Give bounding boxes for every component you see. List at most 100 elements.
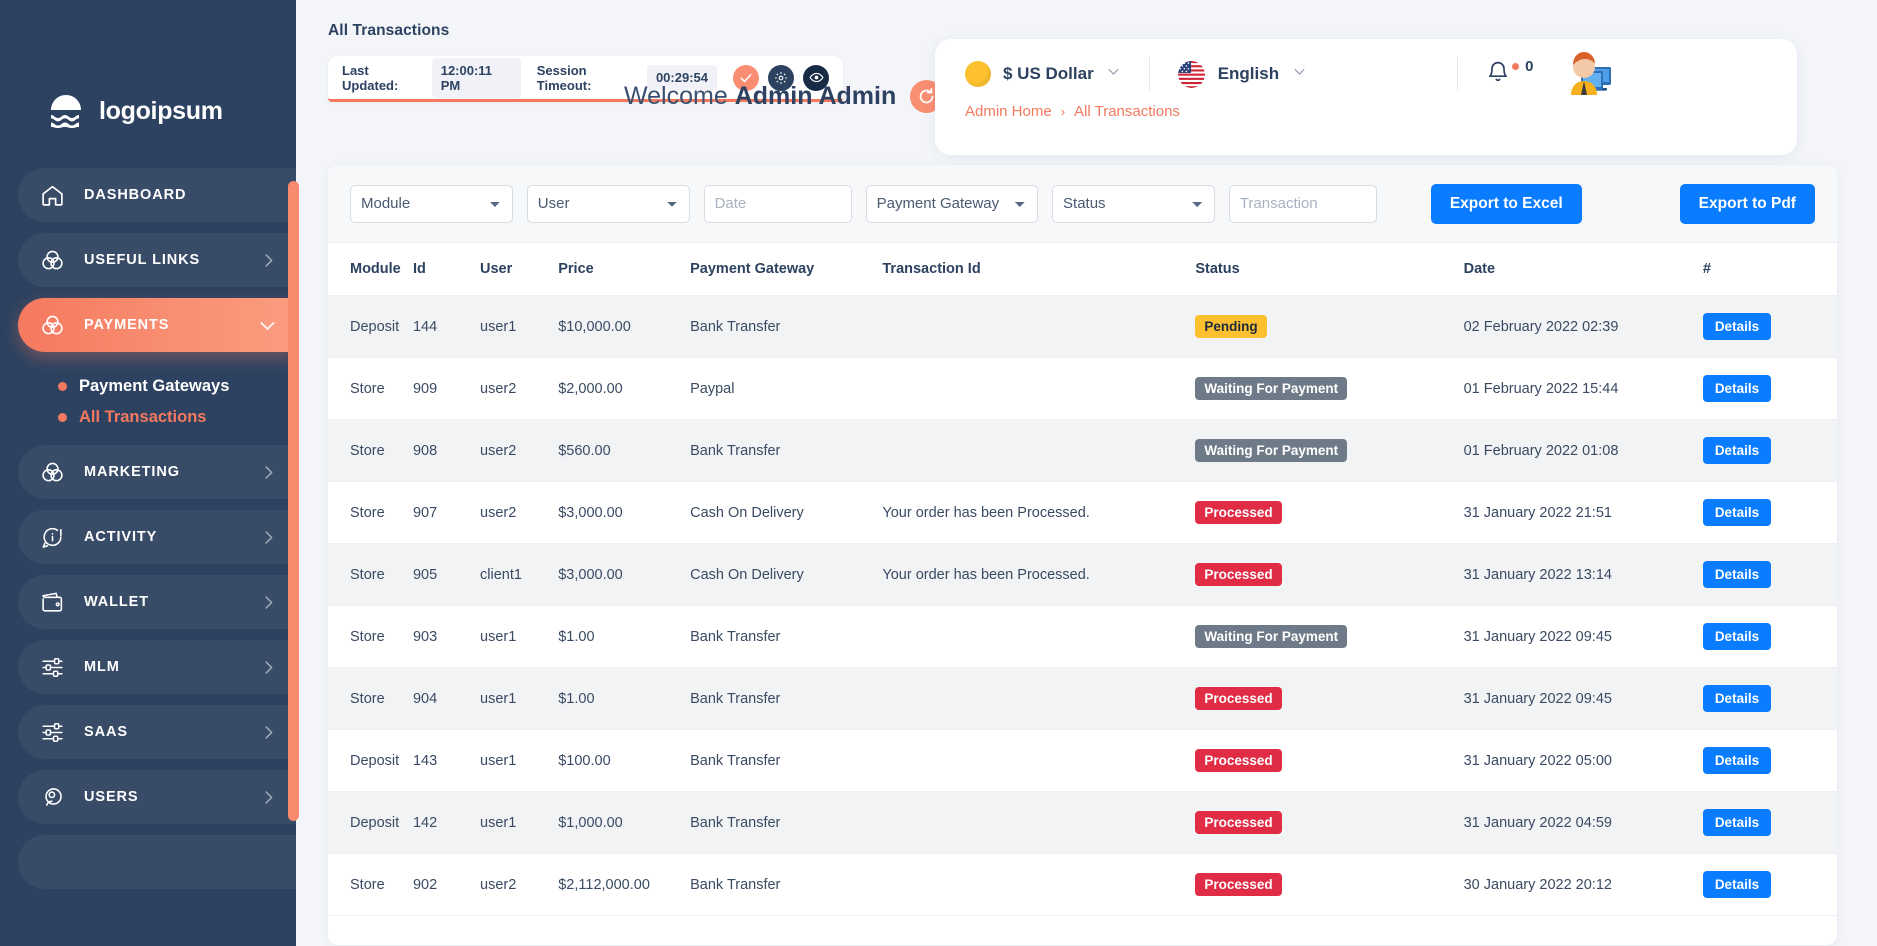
cell-transaction-id: [882, 791, 1196, 854]
cell-transaction-id: [882, 357, 1196, 420]
payments-submenu: Payment Gateways All Transactions: [0, 363, 296, 445]
cell-price: $3,000.00: [558, 543, 691, 606]
submenu-item-payment-gateways[interactable]: Payment Gateways: [0, 371, 296, 402]
date-filter-input[interactable]: [703, 184, 852, 223]
language-selector[interactable]: English: [1177, 60, 1307, 88]
cell-status: Waiting For Payment: [1195, 419, 1464, 482]
cell-status: Processed: [1195, 667, 1464, 730]
details-button[interactable]: Details: [1702, 375, 1772, 402]
details-button[interactable]: Details: [1702, 871, 1772, 898]
page-title: All Transactions: [328, 22, 450, 39]
column-header-price[interactable]: Price: [558, 243, 691, 296]
currency-selector[interactable]: $ US Dollar: [935, 61, 1121, 87]
sidebar-item-payments[interactable]: PAYMENTS: [18, 298, 296, 352]
home-icon: [40, 182, 70, 208]
bullet-icon: [58, 382, 67, 391]
column-header-payment-gateway[interactable]: Payment Gateway: [690, 243, 883, 296]
sidebar-item-saas[interactable]: SAAS: [18, 705, 296, 759]
cell-actions: Details: [1702, 419, 1837, 482]
details-button[interactable]: Details: [1702, 685, 1772, 712]
cell-price: $1,000.00: [558, 791, 691, 854]
transaction-filter-input[interactable]: [1228, 184, 1377, 223]
sidebar-item-useful-links[interactable]: USEFUL LINKS: [18, 233, 296, 287]
column-header-date[interactable]: Date: [1463, 243, 1703, 296]
table-row: Deposit 143 user1 $100.00 Bank Transfer Proce…: [328, 729, 1837, 792]
sidebar-item-dashboard[interactable]: DASHBOARD: [18, 168, 296, 222]
user-filter[interactable]: User: [526, 184, 690, 223]
cell-date: 31 January 2022 04:59: [1463, 791, 1703, 854]
column-header-transaction-id[interactable]: Transaction Id: [882, 243, 1196, 296]
column-header-id[interactable]: Id: [412, 243, 480, 296]
cell-user: client1: [480, 543, 559, 606]
cell-status: Pending: [1195, 295, 1464, 358]
module-filter[interactable]: Module: [350, 184, 513, 223]
chevron-right-icon: [259, 788, 278, 807]
export-to-excel-button[interactable]: Export to Excel: [1430, 183, 1582, 224]
notifications-button[interactable]: 0: [1486, 58, 1533, 89]
payment-gateway-filter[interactable]: Payment Gateway: [865, 184, 1039, 223]
sidebar-item-activity[interactable]: ACTIVITY: [18, 510, 296, 564]
sidebar: logoipsum DASHBOARD USEFUL LINKS PAYMENT…: [0, 0, 296, 946]
column-header-module[interactable]: Module: [328, 243, 413, 296]
status-badge: Processed: [1195, 749, 1282, 772]
cell-user: user2: [480, 419, 559, 482]
brand-logo[interactable]: logoipsum: [0, 0, 296, 150]
users-icon: [40, 784, 70, 810]
breadcrumb-item-admin-home[interactable]: Admin Home: [965, 103, 1052, 120]
bullet-icon: [58, 413, 67, 422]
details-button[interactable]: Details: [1702, 623, 1772, 650]
sidebar-item-label: MARKETING: [84, 464, 180, 480]
details-button[interactable]: Details: [1702, 561, 1772, 588]
sidebar-item-mlm[interactable]: MLM: [18, 640, 296, 694]
cell-actions: Details: [1702, 481, 1837, 544]
breadcrumb-item-all-transactions[interactable]: All Transactions: [1074, 103, 1180, 120]
table-row: Store 903 user1 $1.00 Bank Transfer Waiting F…: [328, 605, 1837, 668]
column-header-actions[interactable]: #: [1702, 243, 1837, 296]
venn-icon: [40, 247, 70, 273]
sidebar-item-wallet[interactable]: WALLET: [18, 575, 296, 629]
sidebar-item-label: ACTIVITY: [84, 529, 158, 545]
sidebar-item-partial[interactable]: [18, 835, 296, 889]
details-button[interactable]: Details: [1702, 747, 1772, 774]
cell-module: Store: [328, 481, 413, 544]
chevron-right-icon: [259, 528, 278, 547]
logoipsum-icon: [46, 94, 86, 128]
avatar[interactable]: [1559, 43, 1621, 105]
cell-id: 903: [412, 605, 480, 668]
cell-payment-gateway: Cash On Delivery: [690, 543, 883, 606]
status-badge: Processed: [1195, 873, 1282, 896]
last-updated-value: 12:00:11 PM: [431, 57, 521, 98]
cell-user: user1: [480, 729, 559, 792]
cell-actions: Details: [1702, 667, 1837, 730]
details-button[interactable]: Details: [1702, 499, 1772, 526]
app-root: logoipsum DASHBOARD USEFUL LINKS PAYMENT…: [0, 0, 1877, 946]
details-button[interactable]: Details: [1702, 437, 1772, 464]
breadcrumb: Admin Home › All Transactions: [935, 103, 1797, 120]
cell-status: Processed: [1195, 729, 1464, 792]
wallet-icon: [40, 589, 70, 615]
cell-actions: Details: [1702, 729, 1837, 792]
cell-price: $1.00: [558, 667, 691, 730]
welcome-prefix: Welcome: [624, 82, 735, 110]
table-row: Store 905 client1 $3,000.00 Cash On Delivery…: [328, 543, 1837, 606]
column-header-user[interactable]: User: [480, 243, 559, 296]
transactions-table: Module Id User Price Payment Gateway Tra…: [328, 243, 1837, 916]
export-to-pdf-button[interactable]: Export to Pdf: [1679, 183, 1815, 224]
details-button[interactable]: Details: [1702, 809, 1772, 836]
status-filter[interactable]: Status: [1052, 184, 1215, 223]
cell-date: 01 February 2022 15:44: [1463, 357, 1703, 420]
sidebar-item-users[interactable]: USERS: [18, 770, 296, 824]
chevron-down-icon: [1292, 64, 1307, 84]
table-body: Deposit 144 user1 $10,000.00 Bank Transfer Pe…: [328, 295, 1837, 916]
cell-price: $1.00: [558, 605, 691, 668]
cell-actions: Details: [1702, 295, 1837, 358]
details-button[interactable]: Details: [1702, 313, 1772, 340]
venn-icon: [40, 459, 70, 485]
sidebar-scrollbar[interactable]: [288, 181, 299, 821]
us-flag-icon: [1177, 60, 1205, 88]
column-header-status[interactable]: Status: [1195, 243, 1464, 296]
submenu-item-all-transactions[interactable]: All Transactions: [0, 402, 296, 433]
last-updated-label: Last Updated:: [342, 62, 399, 93]
breadcrumb-separator: ›: [1060, 104, 1066, 119]
sidebar-item-marketing[interactable]: MARKETING: [18, 445, 296, 499]
